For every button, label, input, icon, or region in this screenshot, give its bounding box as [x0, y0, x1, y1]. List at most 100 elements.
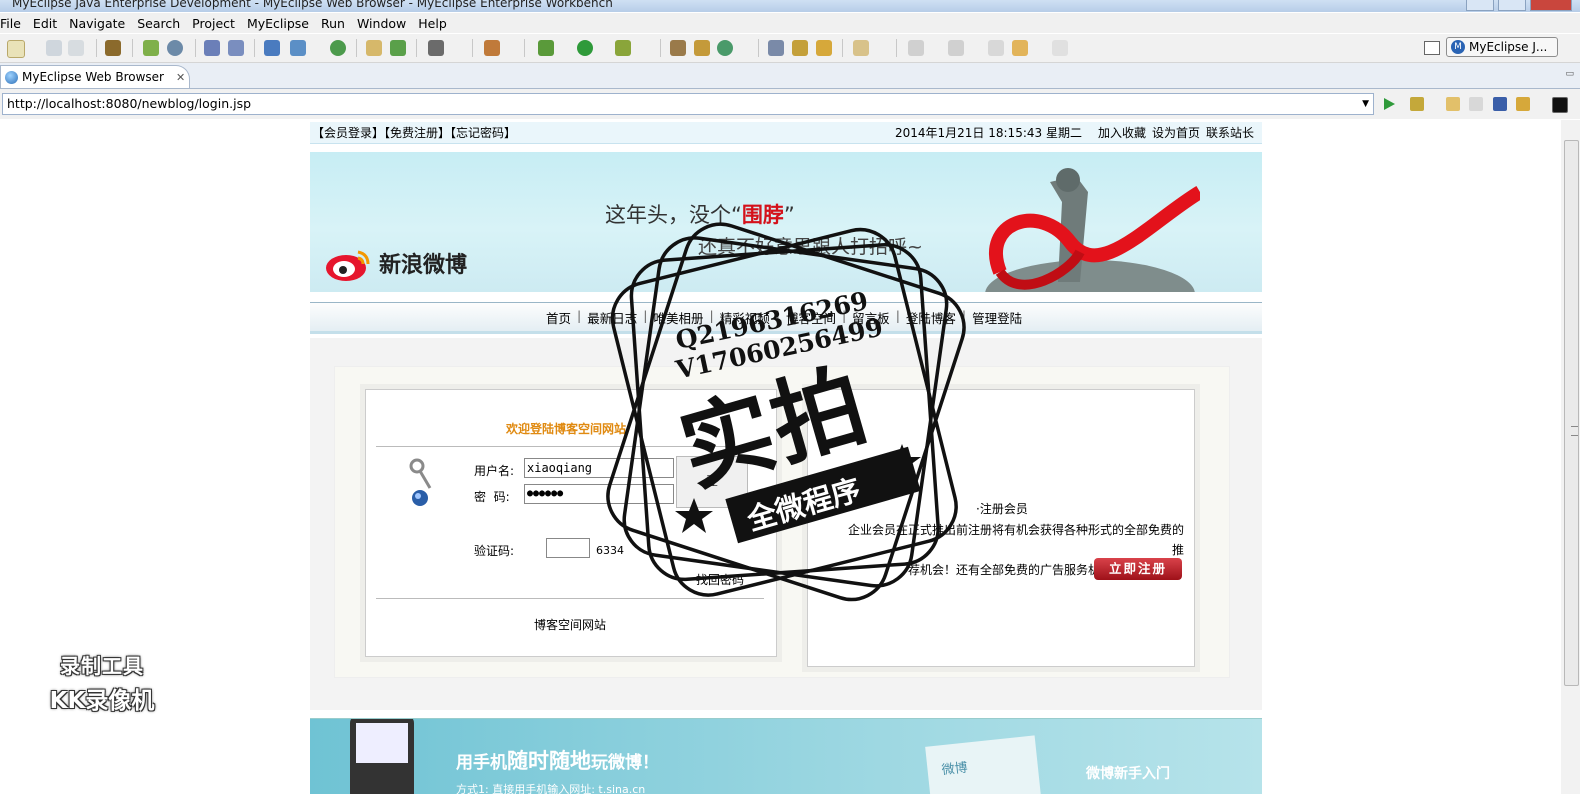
- menu-help[interactable]: Help: [414, 16, 455, 31]
- nav-admin-login[interactable]: 管理登陆: [972, 308, 1022, 327]
- package-icon[interactable]: [105, 40, 121, 56]
- minimize-button[interactable]: [1466, 0, 1494, 11]
- site-name: 博客空间网站: [534, 618, 607, 632]
- tab-label: MyEclipse Web Browser: [22, 70, 164, 84]
- save-icon[interactable]: [46, 40, 62, 56]
- server-icon[interactable]: [167, 40, 183, 56]
- set-homepage-link[interactable]: 设为首页: [1152, 124, 1200, 141]
- close-window-button[interactable]: [1530, 0, 1572, 11]
- last-edit-icon[interactable]: [988, 40, 1004, 56]
- type-icon[interactable]: [694, 40, 710, 56]
- stop-icon[interactable]: [1493, 97, 1507, 111]
- perspective-switcher[interactable]: M MyEclipse J...: [1446, 37, 1558, 57]
- menu-myeclipse[interactable]: MyEclipse: [243, 16, 317, 31]
- print-icon[interactable]: [68, 40, 84, 56]
- close-icon[interactable]: ✕: [176, 71, 185, 84]
- menu-project[interactable]: Project: [188, 16, 243, 31]
- member-links[interactable]: 【会员登录】【免费注册】【忘记密码】: [312, 124, 516, 141]
- next-annotation-icon[interactable]: [908, 40, 924, 56]
- deploy-icon[interactable]: [204, 40, 220, 56]
- nav-separator: |: [577, 308, 582, 323]
- new-class-icon[interactable]: [484, 40, 500, 56]
- toolbar-separator: [416, 39, 417, 57]
- menu-window[interactable]: Window: [353, 16, 414, 31]
- mobile-banner-title: 用手机随时随地玩微博！: [456, 745, 659, 775]
- browser-forward-icon[interactable]: [1469, 97, 1483, 111]
- mobile-banner-title-c: 玩微博！: [591, 753, 659, 773]
- menu-search[interactable]: Search: [133, 16, 188, 31]
- captcha-label: 验证码:: [474, 544, 515, 558]
- browser-address-bar: http://localhost:8080/newblog/login.jsp …: [0, 89, 1580, 119]
- weibo-logo-icon: [326, 250, 370, 281]
- menu-edit[interactable]: Edit: [29, 16, 65, 31]
- nav-home[interactable]: 首页: [546, 308, 571, 327]
- new-jsp-icon[interactable]: [290, 40, 306, 56]
- menu-navigate[interactable]: Navigate: [65, 16, 133, 31]
- maximize-button[interactable]: [1498, 0, 1526, 11]
- favorites-icon[interactable]: [1410, 97, 1424, 111]
- site-top-bar: 【会员登录】【免费注册】【忘记密码】 2014年1月21日 18:15:43 星…: [310, 122, 1262, 144]
- toolbar-separator: [132, 39, 133, 57]
- menu-bar: File Edit Navigate Search Project MyEcli…: [0, 13, 1580, 33]
- run-icon[interactable]: [577, 40, 593, 56]
- contact-link[interactable]: 联系站长: [1206, 124, 1254, 141]
- window-controls: [1466, 0, 1572, 11]
- url-text: http://localhost:8080/newblog/login.jsp: [7, 96, 252, 111]
- key-icon: [409, 458, 432, 506]
- chevron-down-icon[interactable]: ▼: [1362, 94, 1369, 114]
- browser-back-icon[interactable]: [1446, 97, 1460, 111]
- open-folder-icon[interactable]: [366, 40, 382, 56]
- folder-icon[interactable]: [853, 40, 869, 56]
- globe-icon: [5, 70, 18, 84]
- recorder-watermark: 录制工具 KK录像机: [32, 650, 172, 715]
- add-icon[interactable]: [390, 40, 406, 56]
- myeclipse-icon: M: [1451, 40, 1465, 54]
- go-icon[interactable]: [1384, 98, 1395, 110]
- debug-icon[interactable]: [538, 40, 554, 56]
- open-perspective-icon[interactable]: [1424, 41, 1440, 55]
- toolbar-separator: [472, 39, 473, 57]
- external-tools-icon[interactable]: [615, 40, 631, 56]
- menu-file[interactable]: File: [0, 16, 29, 31]
- refresh-icon[interactable]: [717, 40, 733, 56]
- banner-brand: 新浪微博: [379, 253, 468, 278]
- toolbar-separator: [356, 39, 357, 57]
- newbie-guide-link[interactable]: 微博新手入门: [1086, 763, 1170, 783]
- browser-menu-icon[interactable]: [1552, 97, 1568, 113]
- toolbar-separator: [896, 39, 897, 57]
- add-favorite-link[interactable]: 加入收藏: [1098, 124, 1146, 141]
- redeploy-icon[interactable]: [228, 40, 244, 56]
- perspective-label: MyEclipse J...: [1469, 40, 1548, 54]
- mail-icon[interactable]: [816, 40, 832, 56]
- new-icon[interactable]: [7, 40, 25, 58]
- bug-icon[interactable]: [143, 40, 159, 56]
- back-icon[interactable]: [1012, 40, 1028, 56]
- tasks-icon[interactable]: [768, 40, 784, 56]
- menu-run[interactable]: Run: [317, 16, 353, 31]
- phone-icon: [350, 719, 414, 794]
- register-now-button[interactable]: 立即注册: [1094, 558, 1182, 580]
- vertical-scrollbar[interactable]: [1561, 120, 1580, 794]
- prev-annotation-icon[interactable]: [948, 40, 964, 56]
- window-title: MyEclipse Java Enterprise Development - …: [12, 0, 613, 10]
- toolbar-separator: [758, 39, 759, 57]
- browser-refresh-icon[interactable]: [1516, 97, 1530, 111]
- rocket-icon[interactable]: [792, 40, 808, 56]
- hierarchy-icon[interactable]: [670, 40, 686, 56]
- date-time: 2014年1月21日 18:15:43 星期二: [894, 126, 1082, 140]
- camera-icon[interactable]: [428, 40, 444, 56]
- toolbar-separator: [254, 39, 255, 57]
- toolbar-separator: [842, 39, 843, 57]
- new-web-project-icon[interactable]: [264, 40, 280, 56]
- minimize-maximize-icon[interactable]: ▭: [1565, 69, 1574, 79]
- tab-web-browser[interactable]: MyEclipse Web Browser ✕: [0, 65, 190, 88]
- username-label: 用户名:: [474, 464, 515, 478]
- mobile-banner-url: 方式1: 直接用手机输入网址: t.sina.cn: [456, 783, 646, 794]
- forward-icon[interactable]: [1052, 40, 1068, 56]
- captcha-input[interactable]: [546, 538, 590, 558]
- web-globe-icon[interactable]: [330, 40, 346, 56]
- top-links: 加入收藏 设为首页 联系站长: [1098, 124, 1254, 141]
- toolbar-separator: [195, 39, 196, 57]
- scrollbar-thumb[interactable]: [1564, 140, 1579, 686]
- url-input[interactable]: http://localhost:8080/newblog/login.jsp …: [2, 93, 1374, 115]
